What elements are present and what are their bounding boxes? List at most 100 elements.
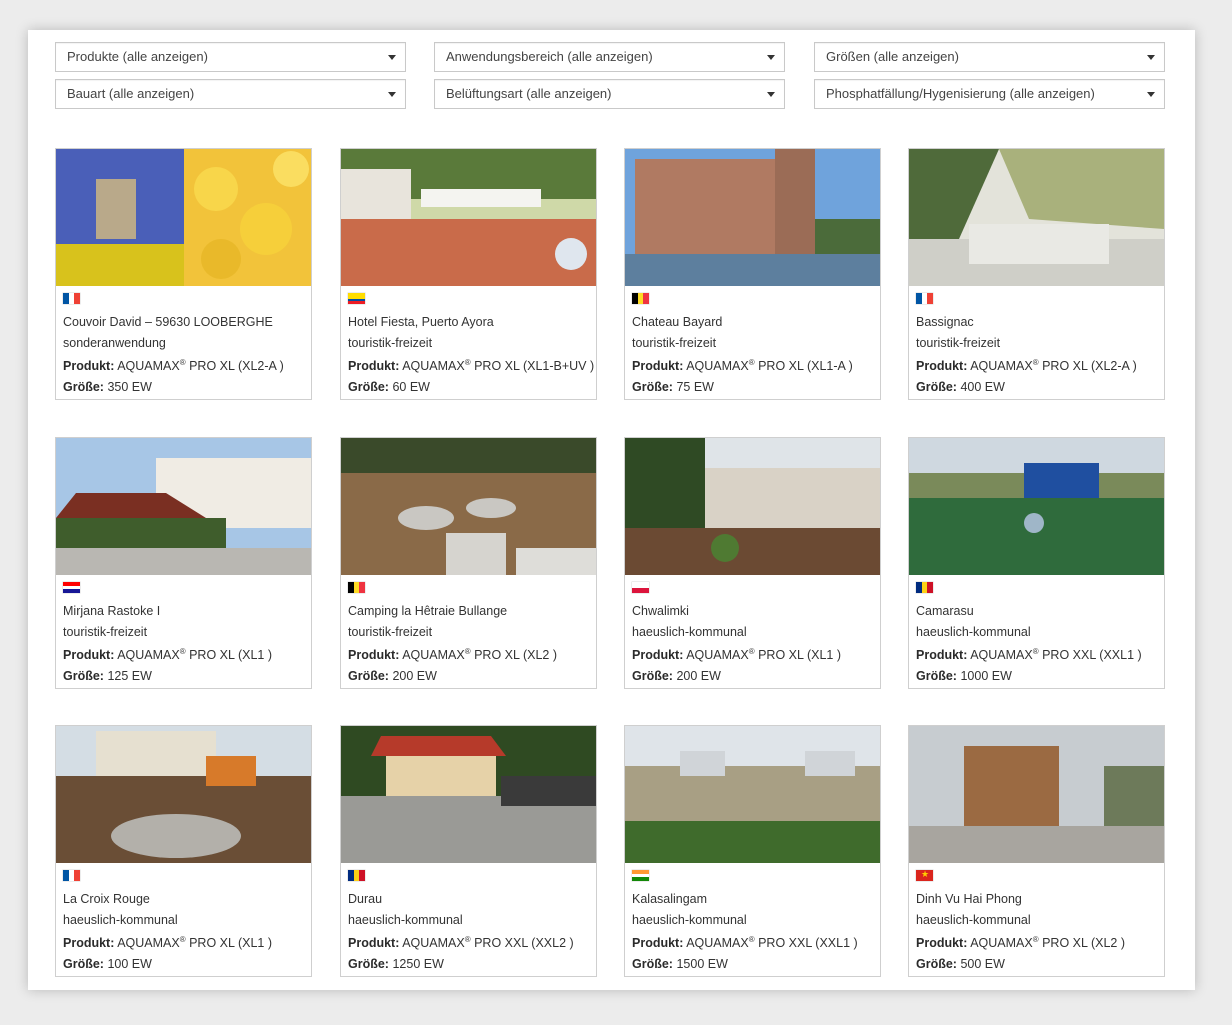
project-title[interactable]: Camarasu: [916, 604, 974, 618]
project-title[interactable]: Durau: [348, 892, 382, 906]
project-photo[interactable]: [625, 726, 880, 863]
project-photo[interactable]: [341, 149, 596, 286]
project-size: Größe: 125 EW: [63, 669, 152, 683]
project-card[interactable]: Hotel Fiesta, Puerto Ayora touristik-frei…: [340, 148, 597, 400]
project-card[interactable]: Camping la Hêtraie Bullange touristik-fre…: [340, 437, 597, 689]
project-size: Größe: 200 EW: [632, 669, 721, 683]
project-title[interactable]: Camping la Hêtraie Bullange: [348, 604, 507, 618]
project-size: Größe: 1250 EW: [348, 957, 444, 971]
project-title[interactable]: Bassignac: [916, 315, 974, 329]
filter-size-select[interactable]: Größen (alle anzeigen): [814, 42, 1165, 72]
project-category: touristik-freizeit: [63, 625, 148, 639]
project-photo[interactable]: [56, 438, 311, 575]
project-title[interactable]: Mirjana Rastoke I: [63, 604, 160, 618]
project-product: Produkt: AQUAMAX® PRO XL (XL2-A ): [63, 358, 284, 374]
filter-label: Anwendungsbereich (alle anzeigen): [446, 49, 653, 64]
project-category: haeuslich-kommunal: [632, 625, 747, 639]
project-title[interactable]: Chwalimki: [632, 604, 689, 618]
project-size: Größe: 75 EW: [632, 380, 714, 394]
project-title[interactable]: Hotel Fiesta, Puerto Ayora: [348, 315, 494, 329]
project-size: Größe: 100 EW: [63, 957, 152, 971]
project-product: Produkt: AQUAMAX® PRO XL (XL1-A ): [632, 358, 853, 374]
belgium-flag-icon: [348, 582, 366, 593]
project-size: Größe: 350 EW: [63, 380, 152, 394]
filter-phosphate-select[interactable]: Phosphatfällung/Hygenisierung (alle anze…: [814, 79, 1165, 109]
project-title[interactable]: La Croix Rouge: [63, 892, 150, 906]
project-category: touristik-freizeit: [348, 336, 433, 350]
france-flag-icon: [63, 870, 81, 881]
romania-flag-icon: [916, 582, 934, 593]
project-product: Produkt: AQUAMAX® PRO XL (XL2 ): [916, 935, 1125, 951]
filter-products-select[interactable]: Produkte (alle anzeigen): [55, 42, 406, 72]
reference-projects-panel: Produkte (alle anzeigen) Anwendungsberei…: [28, 30, 1195, 990]
chevron-down-icon: [388, 92, 396, 97]
project-category: sonderanwendung: [63, 336, 166, 350]
project-card[interactable]: ★ Dinh Vu Hai Phong haeuslich-kommunal Prod…: [908, 725, 1165, 977]
france-flag-icon: [916, 293, 934, 304]
project-size: Größe: 1000 EW: [916, 669, 1012, 683]
filter-label: Belüftungsart (alle anzeigen): [446, 86, 612, 101]
poland-flag-icon: [632, 582, 649, 593]
project-size: Größe: 400 EW: [916, 380, 1005, 394]
project-category: touristik-freizeit: [632, 336, 717, 350]
project-photo[interactable]: [909, 438, 1164, 575]
project-category: haeuslich-kommunal: [348, 913, 463, 927]
project-card[interactable]: Chateau Bayard touristik-freizeit Produkt:…: [624, 148, 881, 400]
project-photo[interactable]: [625, 438, 880, 575]
project-category: haeuslich-kommunal: [632, 913, 747, 927]
filter-label: Größen (alle anzeigen): [826, 49, 959, 64]
filter-application-select[interactable]: Anwendungsbereich (alle anzeigen): [434, 42, 785, 72]
project-product: Produkt: AQUAMAX® PRO XL (XL1-B+UV ): [348, 358, 595, 374]
belgium-flag-icon: [632, 293, 650, 304]
project-product: Produkt: AQUAMAX® PRO XXL (XXL2 ): [348, 935, 574, 951]
project-category: haeuslich-kommunal: [916, 625, 1031, 639]
vietnam-flag-icon: ★: [916, 869, 933, 881]
project-card[interactable]: Durau haeuslich-kommunal Produkt: AQUAMAX®…: [340, 725, 597, 977]
project-title[interactable]: Couvoir David – 59630 LOOBERGHE: [63, 315, 273, 329]
project-product: Produkt: AQUAMAX® PRO XL (XL2 ): [348, 647, 557, 663]
chevron-down-icon: [1147, 92, 1155, 97]
project-category: touristik-freizeit: [348, 625, 433, 639]
project-product: Produkt: AQUAMAX® PRO XL (XL1 ): [63, 935, 272, 951]
project-card[interactable]: La Croix Rouge haeuslich-kommunal Produkt:…: [55, 725, 312, 977]
project-photo[interactable]: [909, 149, 1164, 286]
india-flag-icon: [632, 870, 649, 882]
project-title[interactable]: Chateau Bayard: [632, 315, 722, 329]
project-size: Größe: 500 EW: [916, 957, 1005, 971]
project-product: Produkt: AQUAMAX® PRO XL (XL1 ): [632, 647, 841, 663]
romania-flag-icon: [348, 870, 366, 881]
project-product: Produkt: AQUAMAX® PRO XL (XL2-A ): [916, 358, 1137, 374]
project-photo[interactable]: [56, 149, 311, 286]
project-product: Produkt: AQUAMAX® PRO XXL (XXL1 ): [632, 935, 858, 951]
project-title[interactable]: Dinh Vu Hai Phong: [916, 892, 1022, 906]
filter-label: Bauart (alle anzeigen): [67, 86, 195, 101]
project-card[interactable]: Mirjana Rastoke I touristik-freizeit Produ…: [55, 437, 312, 689]
chevron-down-icon: [388, 55, 396, 60]
filter-label: Produkte (alle anzeigen): [67, 49, 208, 64]
france-flag-icon: [63, 293, 81, 304]
chevron-down-icon: [1147, 55, 1155, 60]
project-photo[interactable]: [341, 438, 596, 575]
project-product: Produkt: AQUAMAX® PRO XL (XL1 ): [63, 647, 272, 663]
project-card[interactable]: Chwalimki haeuslich-kommunal Produkt: AQUA…: [624, 437, 881, 689]
filter-label: Phosphatfällung/Hygenisierung (alle anze…: [826, 86, 1095, 101]
croatia-flag-icon: [63, 582, 80, 594]
project-card[interactable]: Kalasalingam haeuslich-kommunal Produkt: A…: [624, 725, 881, 977]
project-category: haeuslich-kommunal: [916, 913, 1031, 927]
project-category: haeuslich-kommunal: [63, 913, 178, 927]
project-size: Größe: 1500 EW: [632, 957, 728, 971]
project-photo[interactable]: [909, 726, 1164, 863]
project-photo[interactable]: [56, 726, 311, 863]
project-photo[interactable]: [625, 149, 880, 286]
chevron-down-icon: [767, 92, 775, 97]
project-card[interactable]: Bassignac touristik-freizeit Produkt: AQUA…: [908, 148, 1165, 400]
project-size: Größe: 200 EW: [348, 669, 437, 683]
filter-construction-select[interactable]: Bauart (alle anzeigen): [55, 79, 406, 109]
project-photo[interactable]: [341, 726, 596, 863]
project-product: Produkt: AQUAMAX® PRO XXL (XXL1 ): [916, 647, 1142, 663]
project-size: Größe: 60 EW: [348, 380, 430, 394]
project-title[interactable]: Kalasalingam: [632, 892, 707, 906]
project-card[interactable]: Couvoir David – 59630 LOOBERGHE sonderanw…: [55, 148, 312, 400]
project-card[interactable]: Camarasu haeuslich-kommunal Produkt: AQUAM…: [908, 437, 1165, 689]
filter-aeration-select[interactable]: Belüftungsart (alle anzeigen): [434, 79, 785, 109]
